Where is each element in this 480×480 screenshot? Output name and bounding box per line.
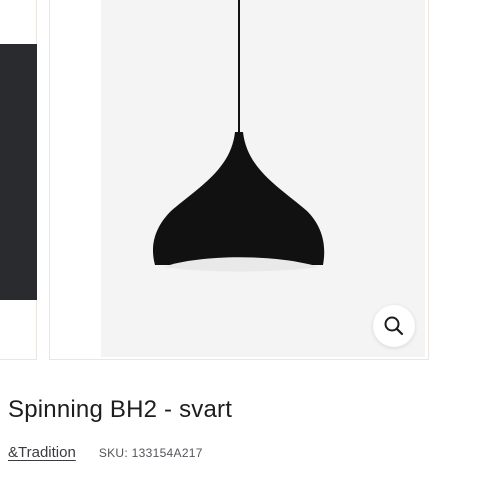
product-page: Spinning BH2 - svart &Tradition SKU: 133…	[0, 0, 480, 480]
product-title: Spinning BH2 - svart	[8, 396, 233, 423]
brand-link[interactable]: &Tradition	[8, 444, 76, 461]
pendant-lamp-illustration	[152, 0, 325, 272]
product-meta: &Tradition SKU: 133154A217	[8, 444, 203, 461]
zoom-button[interactable]	[373, 305, 415, 347]
sku-text: SKU: 133154A217	[99, 446, 203, 460]
previous-slide-image[interactable]	[0, 44, 37, 300]
lamp-shade	[152, 132, 325, 265]
product-image	[101, 0, 425, 357]
sku-value: 133154A217	[131, 446, 203, 460]
sku-label: SKU:	[98, 446, 129, 460]
magnifier-icon	[384, 316, 404, 336]
product-gallery-main	[49, 0, 429, 360]
